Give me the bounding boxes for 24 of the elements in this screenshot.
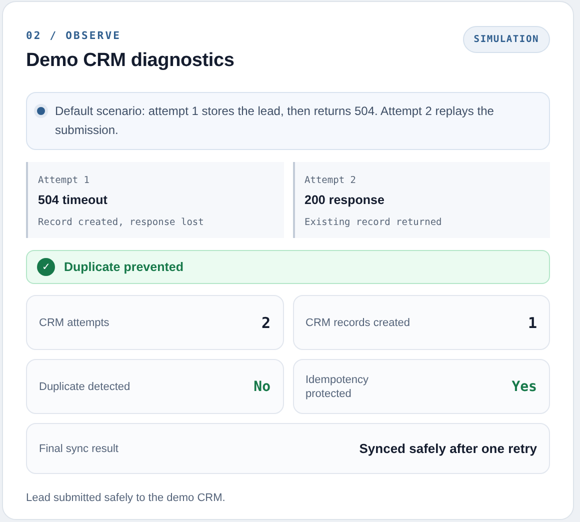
status-dot-icon (37, 107, 45, 115)
card-title: Demo CRM diagnostics (26, 50, 234, 72)
stat-value: Yes (512, 378, 537, 394)
attempt-label: Attempt 1 (38, 175, 90, 186)
stat-label: Idempotency protected (306, 372, 370, 400)
stat-value: Synced safely after one retry (359, 441, 537, 456)
attempt-label: Attempt 2 (304, 175, 356, 186)
footer-text: Lead submitted safely to the demo CRM. (26, 492, 226, 504)
stat-label: CRM attempts (39, 316, 110, 330)
attempt-status: 200 response (304, 193, 384, 207)
stat-value: No (254, 378, 270, 394)
scenario-text: Default scenario: attempt 1 stores the lead, then returns 504. Attempt 2 replays the submission. (55, 103, 495, 139)
check-icon: ✓ (37, 258, 55, 276)
section-eyebrow: 02 / OBSERVE (26, 30, 122, 42)
stat-label: Final sync result (39, 442, 118, 456)
attempt-status: 504 timeout (38, 193, 108, 207)
stat-label: CRM records created (306, 316, 410, 330)
stat-value: 2 (261, 314, 270, 332)
simulation-badge: SIMULATION (462, 26, 550, 53)
attempt-detail: Record created, response lost (38, 217, 204, 228)
banner-text: Duplicate prevented (64, 260, 184, 274)
stat-label: Duplicate detected (39, 380, 130, 394)
attempt-detail: Existing record returned (304, 217, 442, 228)
stat-value: 1 (528, 314, 537, 332)
